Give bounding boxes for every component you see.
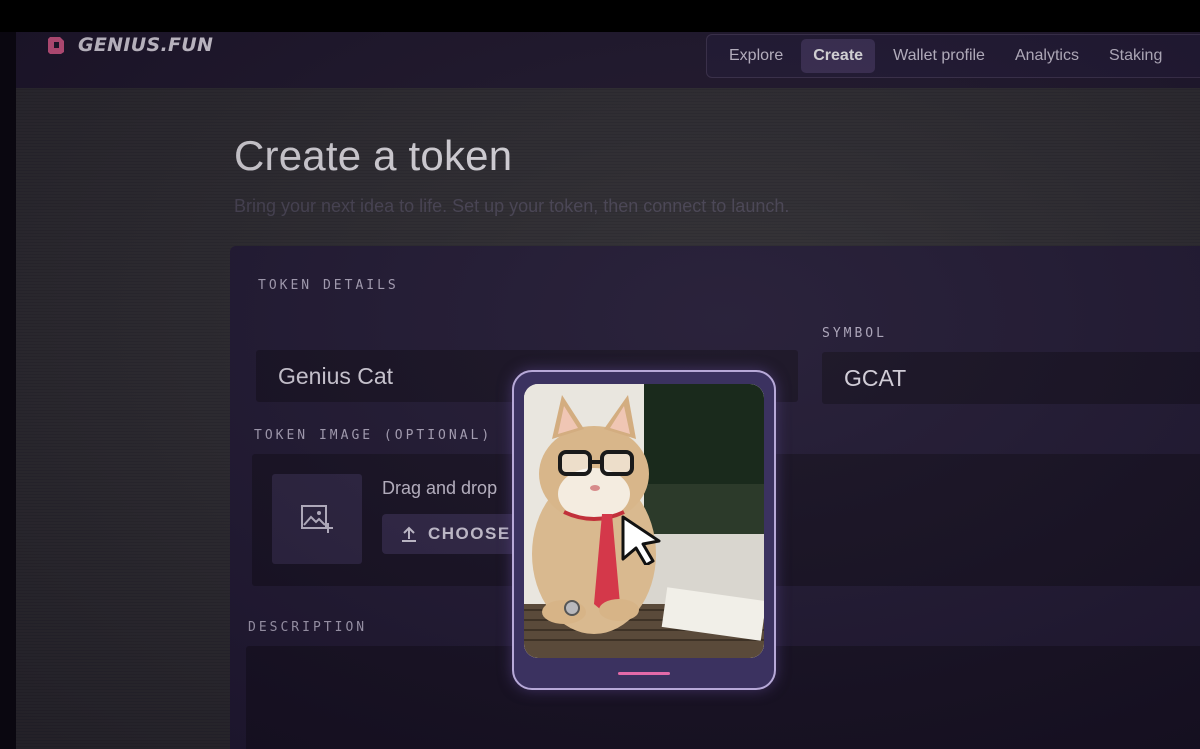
home-indicator — [618, 672, 670, 675]
drag-drop-text: Drag and drop — [382, 478, 498, 498]
main-nav: Explore Create Wallet profile Analytics … — [706, 34, 1200, 78]
image-placeholder[interactable] — [272, 474, 362, 564]
genius-logo-icon — [48, 37, 64, 54]
nav-create[interactable]: Create — [801, 39, 876, 73]
nav-analytics[interactable]: Analytics — [1003, 39, 1091, 73]
token-symbol-field[interactable]: GCAT — [822, 352, 1200, 404]
app-name: GENIUS.FUN — [78, 34, 214, 56]
image-add-icon — [301, 505, 333, 533]
description-label: DESCRIPTION — [248, 620, 368, 635]
logo[interactable]: GENIUS.FUN — [46, 34, 213, 56]
symbol-label: SYMBOL — [822, 326, 887, 341]
token-details-label: TOKEN DETAILS — [258, 278, 399, 293]
choose-button-label: CHOOSE — [428, 524, 511, 543]
page-subtitle: Bring your next idea to life. Set up you… — [234, 196, 790, 216]
letterbox — [0, 0, 1200, 32]
page-title: Create a token — [234, 132, 513, 179]
token-image-label: TOKEN IMAGE (OPTIONAL) — [254, 428, 493, 443]
nav-staking[interactable]: Staking — [1097, 39, 1174, 73]
top-bar: GENIUS.FUN Explore Create Wallet profile… — [16, 32, 1200, 88]
pointer-cursor-icon — [621, 515, 661, 565]
screen-bezel — [0, 32, 16, 749]
upload-icon — [402, 526, 416, 542]
choose-file-button[interactable]: CHOOSE — [382, 514, 532, 554]
nav-wallet-profile[interactable]: Wallet profile — [881, 39, 997, 73]
nav-explore[interactable]: Explore — [717, 39, 795, 73]
